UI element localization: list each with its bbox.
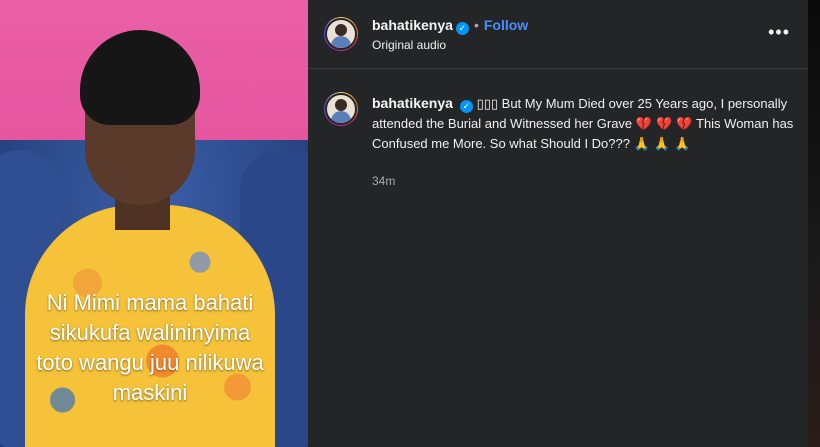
username-link[interactable]: bahatikenya	[372, 17, 453, 33]
caption-line: Ni Mimi mama bahati	[46, 290, 254, 315]
caption-line: sikukufa walininyima	[49, 320, 251, 345]
comment-username-link[interactable]: bahatikenya	[372, 95, 453, 111]
follow-button[interactable]: Follow	[484, 17, 528, 33]
comment-prefix: ▯▯▯	[476, 96, 499, 111]
broken-heart-emojis: 💔 💔 💔	[635, 116, 693, 132]
praying-emojis: 🙏 🙏 🙏	[633, 137, 691, 152]
verified-badge-icon: ✓	[459, 100, 473, 113]
caption-line: toto wangu juu nilikuwa	[36, 350, 264, 375]
avatar[interactable]	[324, 17, 358, 51]
video-caption: Ni Mimi mama bahati sikukufa walininyima…	[0, 288, 300, 408]
comment-body: bahatikenya ✓ ▯▯▯ But My Mum Died over 25…	[372, 94, 797, 155]
verified-badge-icon: ✓	[455, 22, 469, 35]
avatar-image	[325, 93, 357, 125]
more-options-icon[interactable]: •••	[768, 22, 790, 43]
separator-dot: •	[473, 17, 479, 33]
comment-avatar[interactable]	[324, 92, 358, 126]
reel-video[interactable]: Ni Mimi mama bahati sikukufa walininyima…	[0, 0, 308, 447]
background-strip	[808, 0, 820, 447]
comment-timestamp[interactable]: 34m	[372, 174, 395, 188]
post-header: bahatikenya ✓ • Follow Original audio •••	[308, 0, 808, 69]
avatar-image	[325, 18, 357, 50]
post-side-panel: bahatikenya ✓ • Follow Original audio ••• b…	[308, 0, 808, 447]
caption-line: maskini	[112, 380, 188, 405]
audio-link[interactable]: Original audio	[372, 38, 446, 52]
header-user-line: bahatikenya ✓ • Follow	[372, 17, 528, 35]
